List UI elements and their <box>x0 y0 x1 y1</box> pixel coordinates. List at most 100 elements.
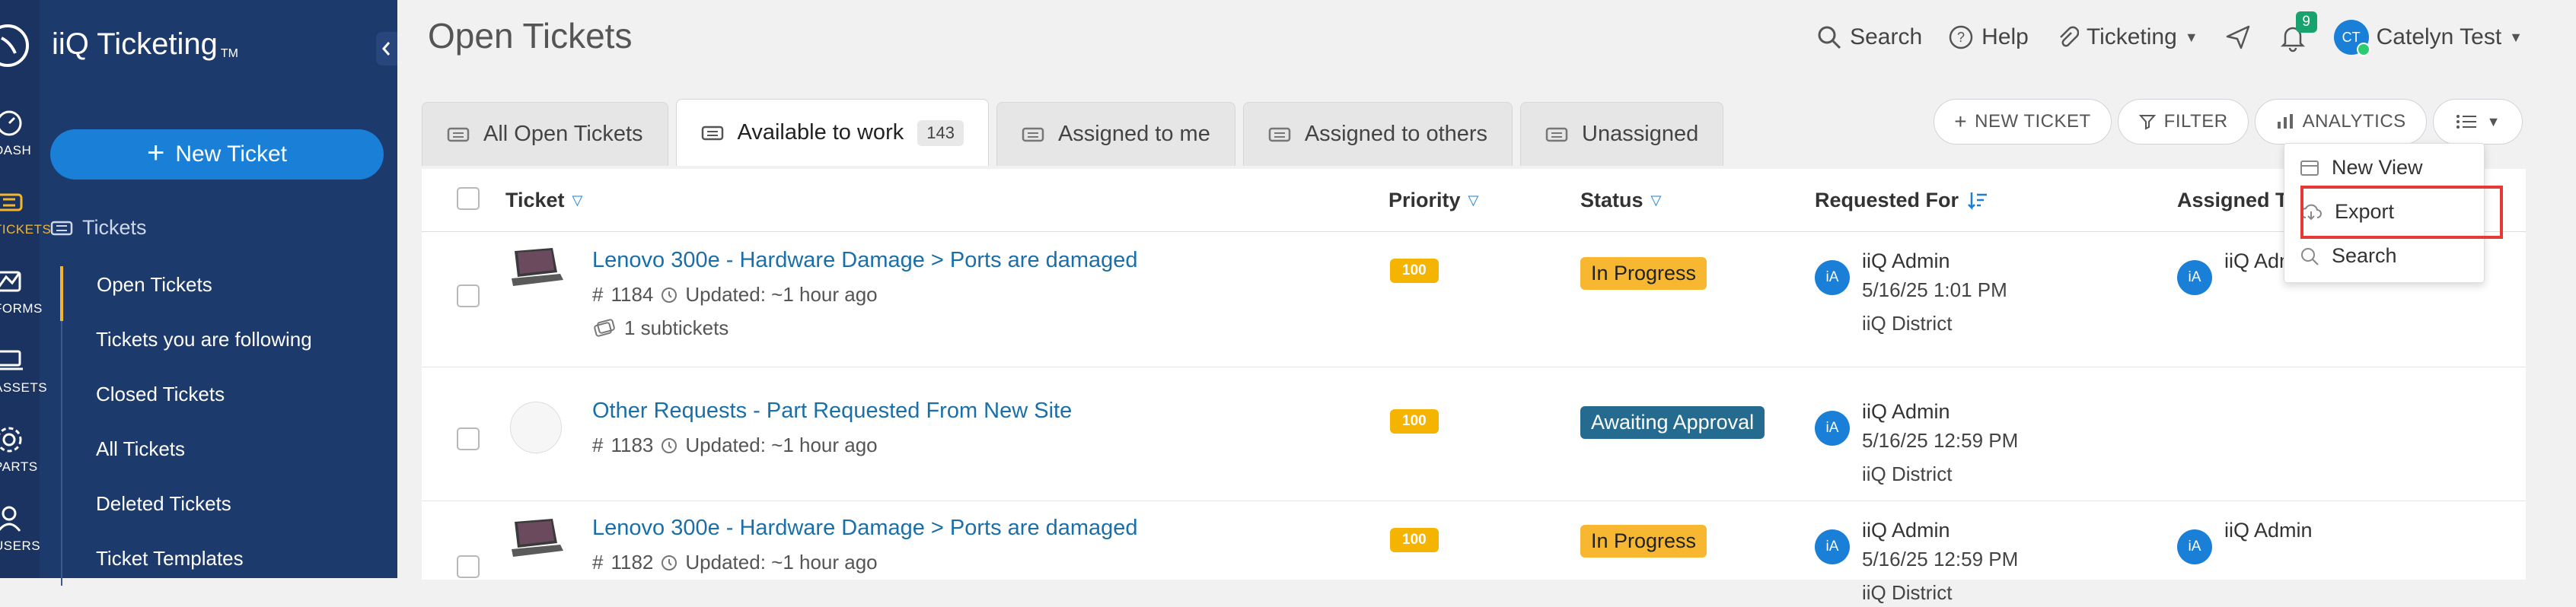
page-title: Open Tickets <box>428 16 633 56</box>
column-assigned-to[interactable]: Assigned To <box>2177 189 2299 212</box>
rail-item-dash[interactable]: DASH <box>0 106 40 167</box>
send-icon <box>2226 25 2249 49</box>
ticket-icon <box>1268 127 1291 141</box>
rail-label: FORMS <box>0 301 43 316</box>
requester-info: iiQ Admin 5/16/25 12:59 PM iiQ District <box>1862 516 2018 607</box>
analytics-label: ANALYTICS <box>2302 111 2406 132</box>
sidebar-item-all[interactable]: All Tickets <box>62 431 312 485</box>
help-button[interactable]: ? Help <box>1948 24 2029 50</box>
ticket-updated: Updated: ~1 hour ago <box>685 434 878 456</box>
tab-assigned-to-me[interactable]: Assigned to me <box>996 102 1235 166</box>
ticket-title-link[interactable]: Lenovo 300e - Hardware Damage > Ports ar… <box>592 248 1138 273</box>
rail-label: PARTS <box>0 459 38 474</box>
new-ticket-label: NEW TICKET <box>1975 111 2091 132</box>
requested-date: 5/16/25 1:01 PM <box>1862 278 2007 301</box>
ticket-number: 1183 <box>611 434 654 456</box>
tab-count-badge: 143 <box>917 119 964 146</box>
search-icon <box>2301 247 2319 265</box>
select-all-checkbox[interactable] <box>457 187 480 210</box>
tab-label: Assigned to me <box>1057 122 1210 146</box>
requester-info: iiQ Admin 5/16/25 1:01 PM iiQ District <box>1862 246 2007 338</box>
toolbar-new-ticket-button[interactable]: + NEW TICKET <box>1934 99 2112 145</box>
ticket-title-link[interactable]: Lenovo 300e - Hardware Damage > Ports ar… <box>592 516 1138 541</box>
clock-icon <box>662 555 677 570</box>
menu-item-new-view[interactable]: New View <box>2300 156 2423 180</box>
list-menu-button[interactable]: ▼ <box>2432 99 2523 145</box>
sort-caret-icon: ▽ <box>572 192 583 208</box>
tab-available-to-work[interactable]: Available to work 143 <box>675 99 989 166</box>
tab-assigned-to-others[interactable]: Assigned to others <box>1242 102 1513 166</box>
tab-all-open[interactable]: All Open Tickets <box>422 102 668 166</box>
column-requested-for[interactable]: Requested For <box>1815 189 1989 212</box>
filter-button[interactable]: FILTER <box>2117 99 2249 145</box>
plus-icon: + <box>146 136 165 170</box>
rail-item-users[interactable]: USERS <box>0 502 40 563</box>
ticket-meta: # 1184 Updated: ~1 hour ago <box>592 283 878 307</box>
clock-icon <box>662 287 677 303</box>
ticket-icon <box>701 126 723 140</box>
sidebar-collapse-button[interactable] <box>376 32 397 65</box>
forms-icon <box>0 271 21 292</box>
ticket-icon <box>0 193 23 211</box>
table-row[interactable]: Other Requests - Part Requested From New… <box>422 367 2526 501</box>
menu-item-search[interactable]: Search <box>2300 244 2397 268</box>
new-ticket-label: New Ticket <box>175 141 288 167</box>
laptop-icon <box>0 350 23 370</box>
sidebar-item-open-tickets[interactable]: Open Tickets <box>60 266 312 321</box>
column-label: Status <box>1580 189 1643 211</box>
assignee-name[interactable]: iiQ Admin <box>2224 516 2313 545</box>
rail-item-parts[interactable]: PARTS <box>0 423 40 484</box>
ticket-updated: Updated: ~1 hour ago <box>685 551 878 574</box>
new-ticket-button[interactable]: + New Ticket <box>50 129 384 180</box>
sidebar-item-following[interactable]: Tickets you are following <box>62 321 312 376</box>
user-menu[interactable]: CT Catelyn Test ▼ <box>2333 20 2523 56</box>
new-view-icon <box>2300 160 2319 176</box>
column-priority[interactable]: Priority ▽ <box>1388 189 1478 212</box>
sidebar-item-deleted[interactable]: Deleted Tickets <box>62 485 312 540</box>
rail-item-forms[interactable]: FORMS <box>0 265 43 326</box>
rail-item-tickets[interactable]: TICKETS <box>0 186 51 246</box>
tab-unassigned[interactable]: Unassigned <box>1520 102 1724 166</box>
sidebar-item-templates[interactable]: Ticket Templates <box>62 540 312 595</box>
sidebar-section-title: Tickets <box>50 216 147 240</box>
table-row[interactable]: Lenovo 300e - Hardware Damage > Ports ar… <box>422 231 2526 367</box>
user-icon <box>0 506 21 532</box>
column-label: Assigned To <box>2177 189 2300 211</box>
search-button[interactable]: Search <box>1816 24 1922 50</box>
plus-icon: + <box>1954 110 1968 133</box>
assignee-avatar: iA <box>2177 260 2212 295</box>
ticket-icon <box>1545 127 1568 141</box>
notifications-button[interactable]: 9 <box>2278 11 2317 52</box>
table-row[interactable]: Lenovo 300e - Hardware Damage > Ports ar… <box>422 501 2526 604</box>
requester-info: iiQ Admin 5/16/25 12:59 PM iiQ District <box>1862 397 2018 488</box>
paperclip-icon <box>2059 26 2079 47</box>
list-icon <box>2456 115 2476 129</box>
menu-item-label: Search <box>2332 244 2397 267</box>
assignee-info: iiQ Admin <box>2224 516 2313 545</box>
status-badge: In Progress <box>1580 525 1707 558</box>
sidebar-item-closed[interactable]: Closed Tickets <box>62 376 312 431</box>
column-ticket[interactable]: Ticket ▽ <box>505 189 582 212</box>
analytics-button[interactable]: ANALYTICS <box>2254 99 2427 145</box>
menu-item-label: New View <box>2332 156 2423 179</box>
sort-descending-icon <box>1968 192 1988 210</box>
ticket-title-link[interactable]: Other Requests - Part Requested From New… <box>592 399 1072 424</box>
requester-avatar: iA <box>1815 411 1850 446</box>
priority-badge: 100 <box>1390 409 1439 434</box>
requester-name[interactable]: iiQ Admin <box>1862 246 2007 275</box>
requester-name[interactable]: iiQ Admin <box>1862 516 2018 545</box>
rail-item-assets[interactable]: ASSETS <box>0 344 47 405</box>
svg-text:?: ? <box>1957 30 1965 45</box>
ticket-icon <box>1022 127 1044 141</box>
ticket-thumbnail-placeholder <box>510 402 562 453</box>
row-checkbox[interactable] <box>457 555 480 578</box>
send-button[interactable] <box>2224 24 2252 51</box>
subtickets-link[interactable]: 1 subtickets <box>592 316 728 340</box>
module-switcher[interactable]: Ticketing ▼ <box>2055 24 2198 50</box>
requester-location: iiQ District <box>1862 462 1953 485</box>
row-checkbox[interactable] <box>457 427 480 450</box>
row-checkbox[interactable] <box>457 284 480 307</box>
requester-name[interactable]: iiQ Admin <box>1862 397 2018 426</box>
column-status[interactable]: Status ▽ <box>1580 189 1661 212</box>
app-title: iiQ Ticketing TM <box>52 27 238 62</box>
